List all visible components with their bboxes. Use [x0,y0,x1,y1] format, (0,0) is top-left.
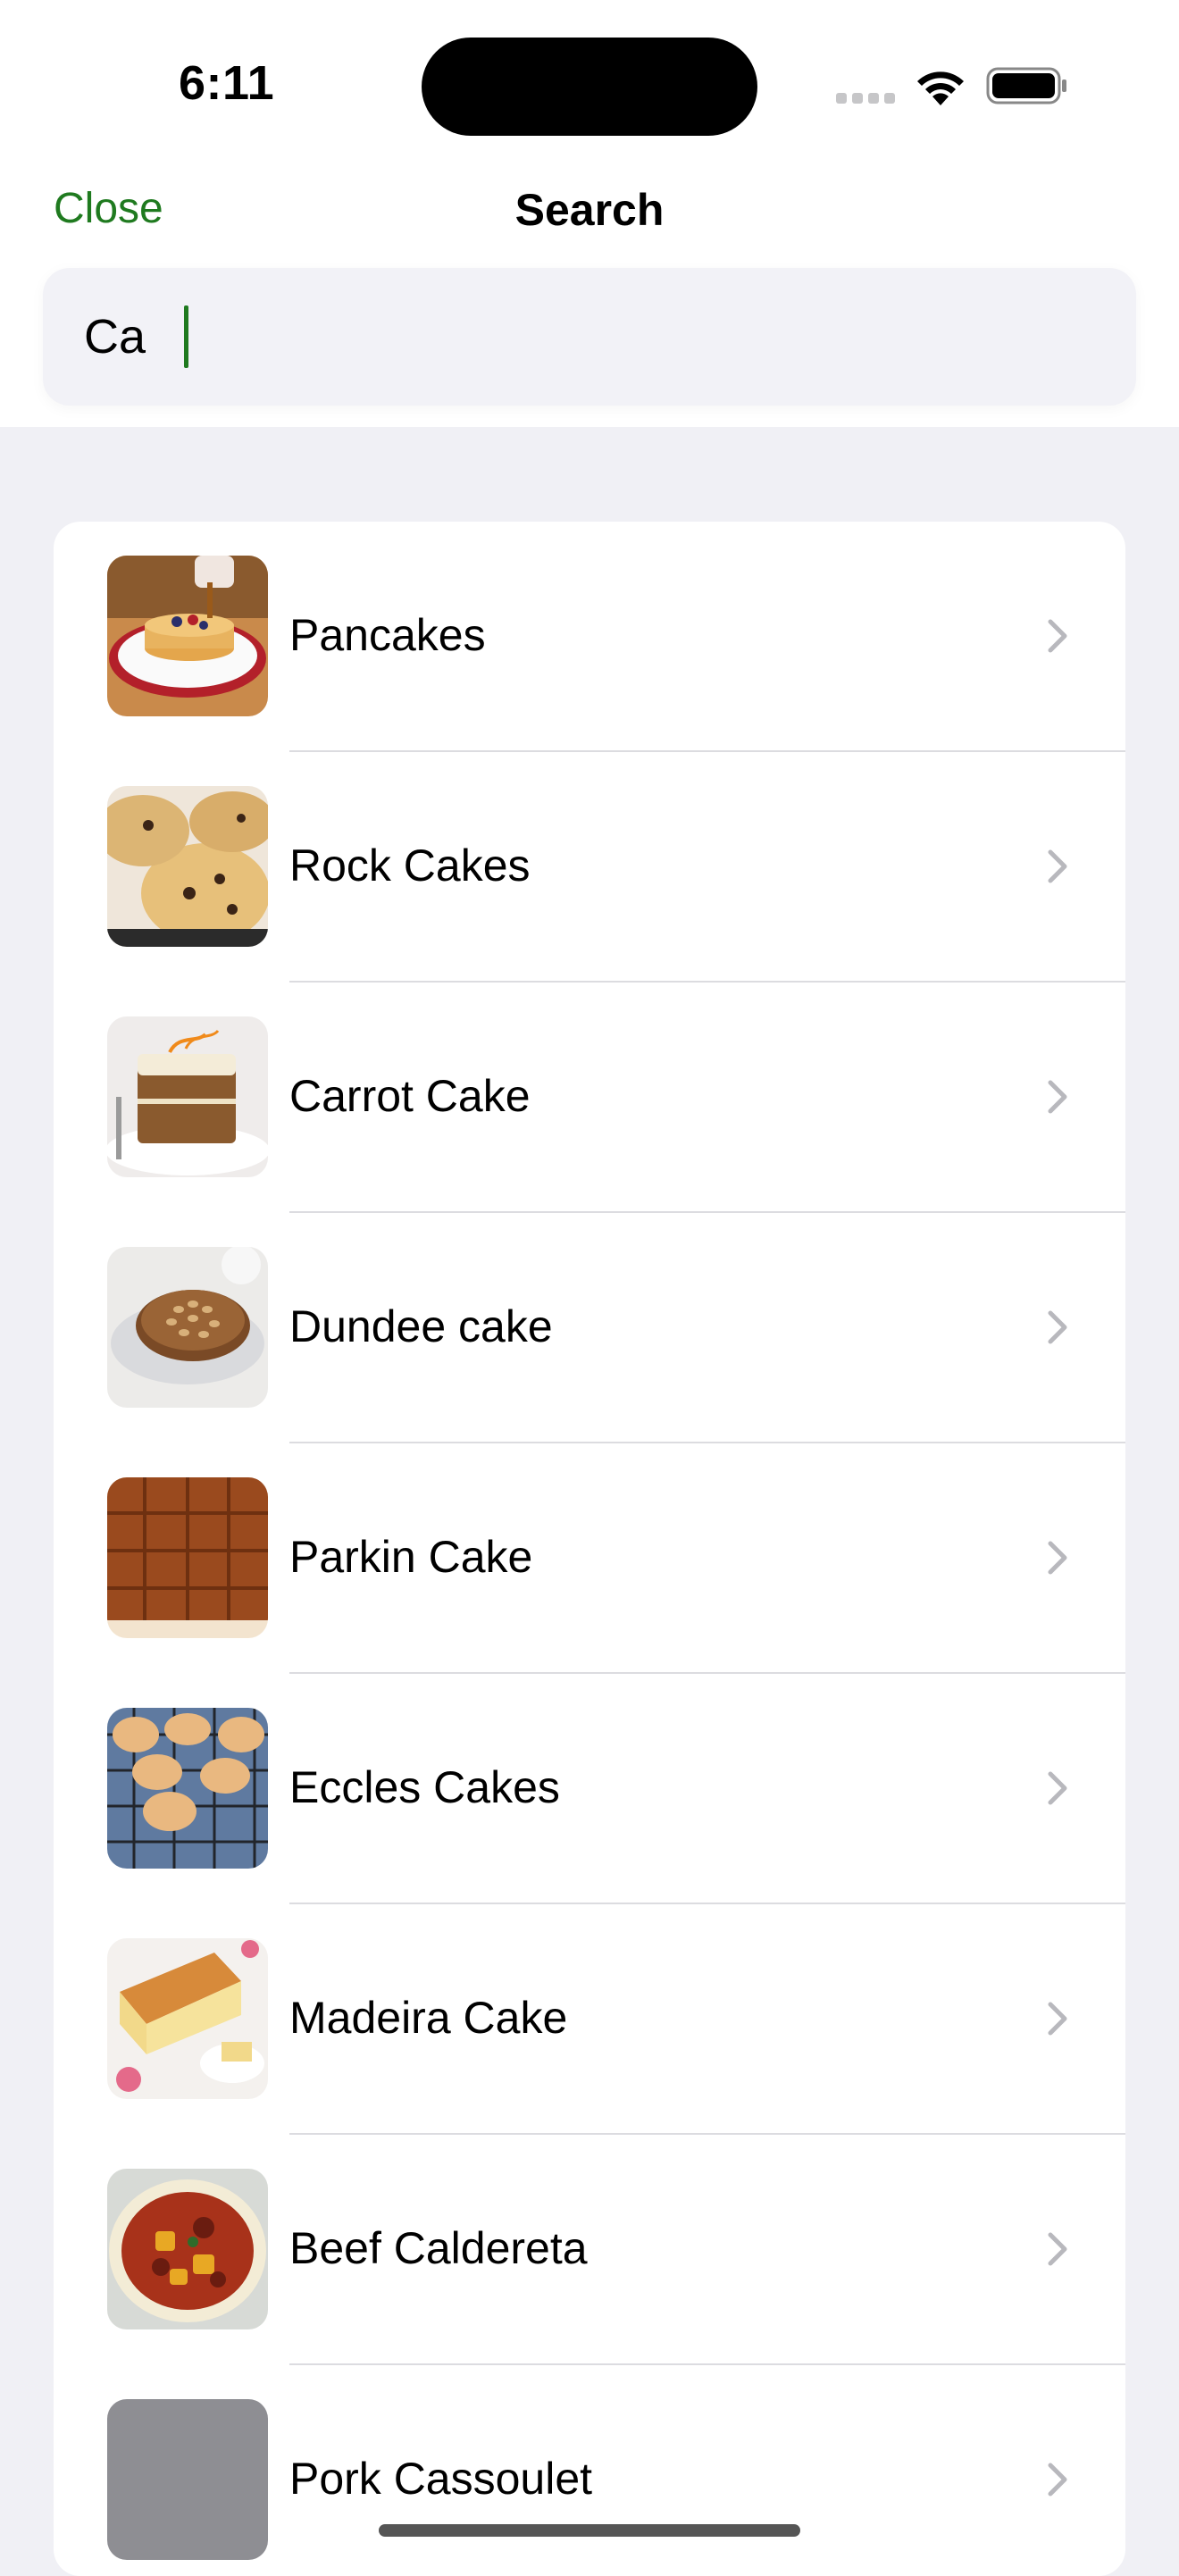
list-item[interactable]: Madeira Cake [54,1904,1125,2135]
chevron-right-icon [1048,2232,1067,2266]
eccles-cakes-photo [107,1708,268,1869]
list-item[interactable]: Rock Cakes [54,752,1125,983]
list-item[interactable]: Parkin Cake [54,1443,1125,1674]
list-item[interactable]: Beef Caldereta [54,2135,1125,2365]
status-time: 6:11 [179,56,275,110]
recipe-name: Pork Cassoulet [289,2454,593,2504]
recipe-name: Madeira Cake [289,1993,568,2043]
chevron-right-icon [1048,1541,1067,1575]
cellular-signal-icon [836,93,895,104]
madeira-cake-photo [107,1938,268,2099]
recipe-name: Beef Caldereta [289,2223,588,2273]
beef-caldereta-photo [107,2169,268,2329]
results-list: Pancakes Rock Cakes Carrot Cake Dundee c… [54,522,1125,2576]
home-indicator[interactable] [379,2524,800,2537]
chevron-right-icon [1048,619,1067,653]
pancakes-photo [107,556,268,716]
page-title: Search [514,185,665,235]
list-item[interactable]: Dundee cake [54,1213,1125,1443]
recipe-name: Parkin Cake [289,1532,533,1582]
placeholder-image [107,2399,268,2560]
parkin-cake-photo [107,1477,268,1638]
recipe-name: Carrot Cake [289,1071,531,1121]
list-item[interactable]: Pancakes [54,522,1125,752]
carrot-cake-photo [107,1016,268,1177]
header: 6:11 Close Search [0,0,1179,427]
battery-icon [986,67,1066,105]
recipe-name: Dundee cake [289,1301,553,1351]
chevron-right-icon [1048,1080,1067,1114]
search-field[interactable] [43,268,1136,406]
wifi-icon [917,71,964,105]
dynamic-island [422,38,757,136]
list-item[interactable]: Pork Cassoulet [54,2365,1125,2576]
text-caret [184,305,188,368]
search-input[interactable] [84,268,1102,406]
list-item[interactable]: Carrot Cake [54,983,1125,1213]
chevron-right-icon [1048,1310,1067,1344]
recipe-name: Eccles Cakes [289,1762,560,1812]
recipe-name: Rock Cakes [289,841,531,891]
list-item[interactable]: Eccles Cakes [54,1674,1125,1904]
recipe-name: Pancakes [289,610,486,660]
chevron-right-icon [1048,1771,1067,1805]
chevron-right-icon [1048,849,1067,883]
rock-cakes-photo [107,786,268,947]
chevron-right-icon [1048,2002,1067,2036]
dundee-cake-photo [107,1247,268,1408]
chevron-right-icon [1048,2463,1067,2497]
